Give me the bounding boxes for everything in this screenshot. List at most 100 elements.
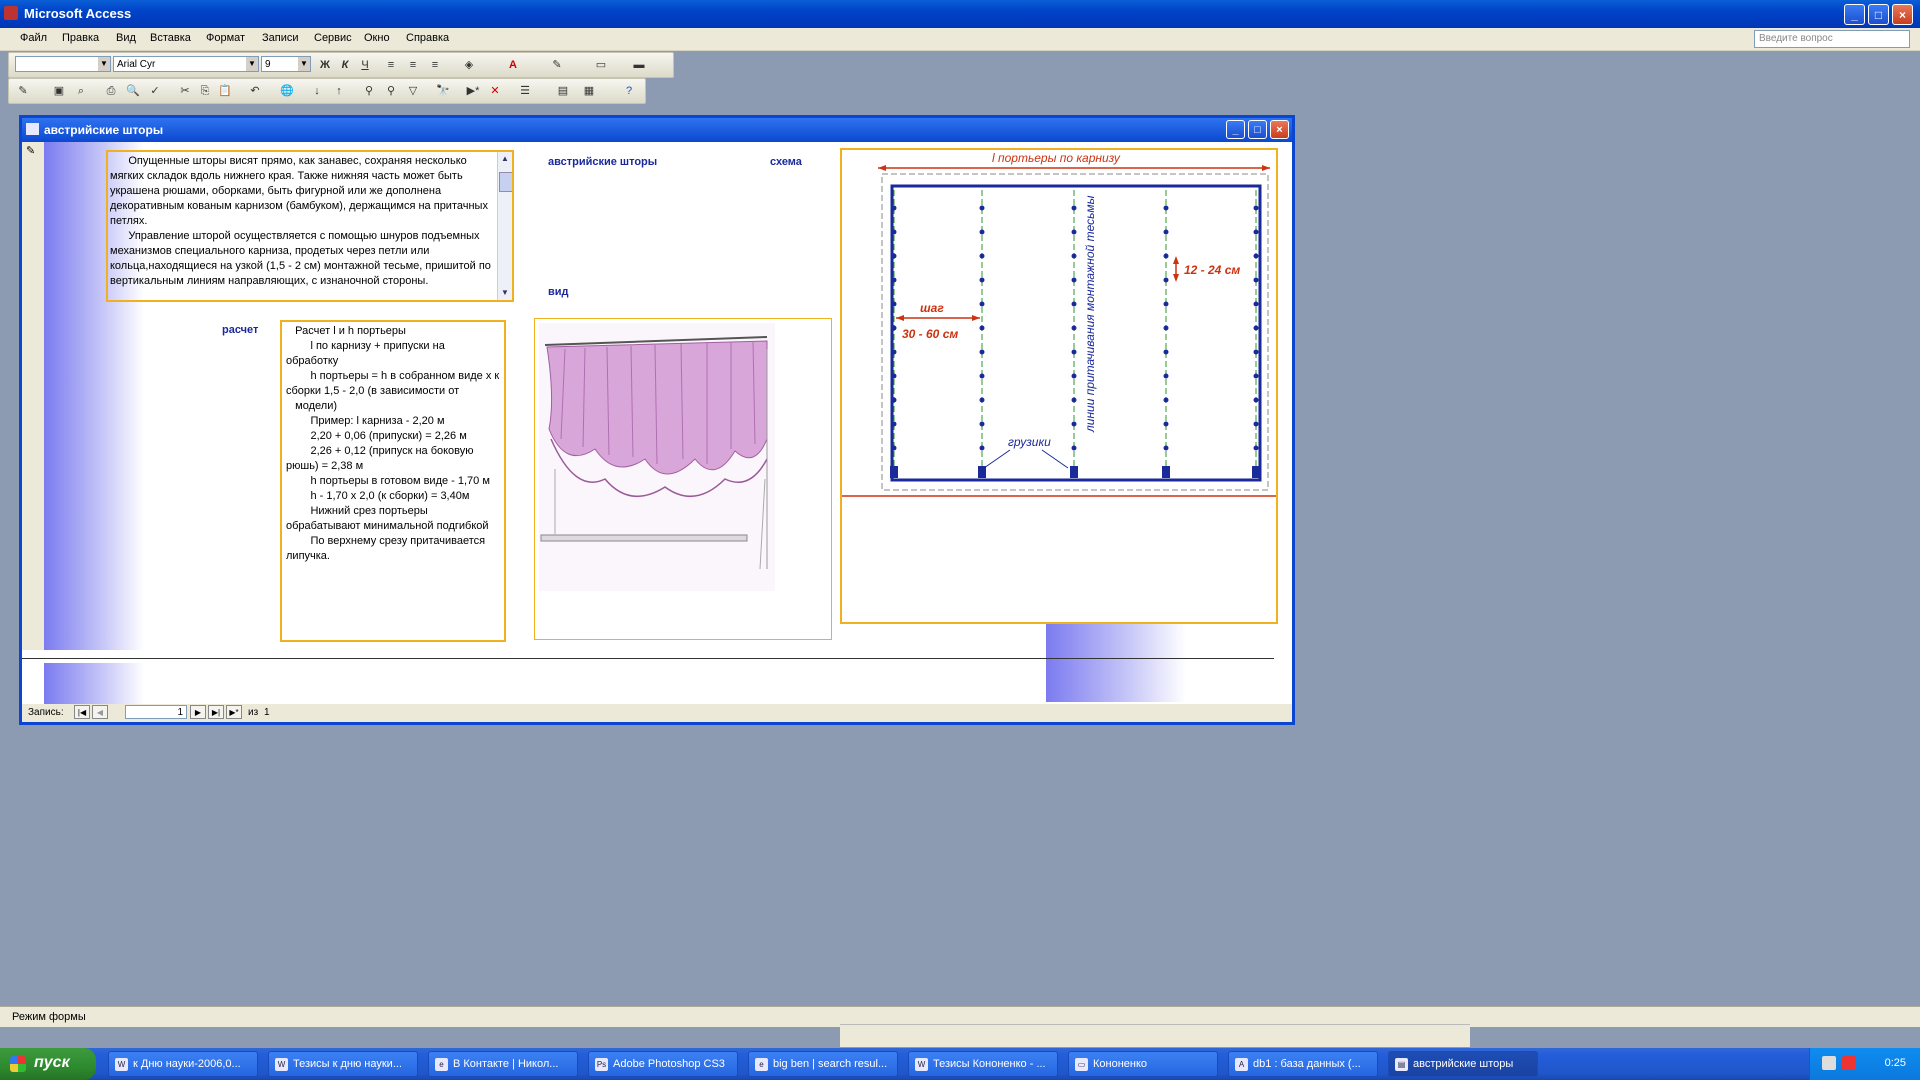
access-app-icon bbox=[4, 6, 18, 20]
font-size-combo[interactable]: 9 ▼ bbox=[261, 56, 311, 72]
underline-icon[interactable]: Ч bbox=[357, 57, 373, 73]
task-item[interactable]: W Тезисы Кононенко - ... bbox=[908, 1051, 1058, 1077]
formatting-toolbar: ▼ Arial Cyr ▼ 9 ▼ Ж К Ч ≡ ≡ ≡ ◈ A ✎ ▭ ▬ bbox=[8, 52, 674, 78]
windows-logo-icon bbox=[10, 1056, 26, 1072]
task-item-active[interactable]: ▤ австрийские шторы bbox=[1388, 1051, 1538, 1077]
document-icon: W bbox=[275, 1058, 288, 1071]
form-view-toolbar: ✎ ▣ ⌕ ⎙ 🔍 ✓ ✂ ⎘ 📋 ↶ 🌐 ↓ ↑ ⚲ ⚲ ▽ 🔭 ▶* ✕ ☰… bbox=[8, 78, 646, 104]
new-record-icon[interactable]: ▶* bbox=[465, 83, 481, 99]
menu-insert[interactable]: Вставка bbox=[150, 32, 191, 44]
paste-icon[interactable]: 📋 bbox=[217, 83, 233, 99]
vertical-range-label: 12 - 24 см bbox=[1184, 263, 1240, 277]
menu-help[interactable]: Справка bbox=[406, 32, 449, 44]
new-object-icon[interactable]: ▦ bbox=[581, 83, 597, 99]
database-window-icon[interactable]: ▤ bbox=[555, 83, 571, 99]
sort-descending-icon[interactable]: ↑ bbox=[331, 83, 347, 99]
menu-view[interactable]: Вид bbox=[116, 32, 136, 44]
task-item[interactable]: ▭ Кононенко bbox=[1068, 1051, 1218, 1077]
italic-icon[interactable]: К bbox=[337, 57, 353, 73]
new-record-button[interactable]: ▶* bbox=[226, 705, 242, 719]
task-item[interactable]: Wк Дню науки-2006,0... bbox=[108, 1051, 258, 1077]
close-button[interactable]: × bbox=[1892, 4, 1913, 25]
cut-icon[interactable]: ✂ bbox=[177, 83, 193, 99]
app-titlebar: Microsoft Access _ □ × bbox=[0, 0, 1920, 28]
menu-bar: Файл Правка Вид Вставка Формат Записи Се… bbox=[0, 28, 1920, 51]
form-close-button[interactable]: × bbox=[1270, 120, 1289, 139]
menu-file[interactable]: Файл bbox=[20, 32, 47, 44]
last-record-button[interactable]: ▶| bbox=[208, 705, 224, 719]
calculation-text[interactable]: Расчет l и h портьеры l по карнизу + при… bbox=[280, 320, 506, 642]
properties-icon[interactable]: ☰ bbox=[517, 83, 533, 99]
step-label: шаг bbox=[920, 301, 944, 315]
menu-tools[interactable]: Сервис bbox=[314, 32, 352, 44]
design-view-icon[interactable]: ✎ bbox=[15, 83, 31, 99]
description-memo[interactable]: Опущенные шторы висят прямо, как занавес… bbox=[106, 150, 514, 302]
task-item[interactable]: e big ben | search resul... bbox=[748, 1051, 898, 1077]
copy-icon[interactable]: ⎘ bbox=[197, 83, 213, 99]
task-item[interactable]: Adb1 : база данных (... bbox=[1228, 1051, 1378, 1077]
form-minimize-button[interactable]: _ bbox=[1226, 120, 1245, 139]
line-width-icon[interactable]: ▬ bbox=[631, 57, 647, 73]
curtain-picture bbox=[534, 318, 832, 640]
first-record-button[interactable]: |◀ bbox=[74, 705, 90, 719]
font-combo[interactable]: Arial Cyr ▼ bbox=[113, 56, 259, 72]
scheme-svg: l портьеры по карнизу шаг 30 - 60 см 12 … bbox=[842, 151, 1276, 497]
record-selector[interactable]: ✎ bbox=[22, 142, 45, 650]
browser-icon: e bbox=[755, 1058, 768, 1071]
spelling-icon[interactable]: ✓ bbox=[147, 83, 163, 99]
scroll-up-icon[interactable]: ▲ bbox=[499, 153, 511, 165]
form-maximize-button[interactable]: □ bbox=[1248, 120, 1267, 139]
current-record-input[interactable]: 1 bbox=[125, 705, 187, 719]
fill-color-icon[interactable]: ◈ bbox=[461, 57, 477, 73]
border-icon[interactable]: ▭ bbox=[593, 57, 609, 73]
chevron-down-icon: ▼ bbox=[98, 57, 110, 71]
minimize-button[interactable]: _ bbox=[1844, 4, 1865, 25]
maximize-button[interactable]: □ bbox=[1868, 4, 1889, 25]
hyperlink-icon[interactable]: 🌐 bbox=[279, 83, 295, 99]
delete-record-icon[interactable]: ✕ bbox=[487, 83, 503, 99]
file-search-icon[interactable]: ⌕ bbox=[73, 83, 89, 99]
filter-selection-icon[interactable]: ⚲ bbox=[361, 83, 377, 99]
curtain-illustration bbox=[539, 323, 775, 591]
folder-icon: ▭ bbox=[1075, 1058, 1088, 1071]
document-icon: W bbox=[115, 1058, 128, 1071]
ask-question-input[interactable]: Введите вопрос bbox=[1754, 30, 1910, 48]
menu-format[interactable]: Формат bbox=[206, 32, 245, 44]
start-button[interactable]: пуск bbox=[0, 1048, 96, 1080]
find-icon[interactable]: 🔭 bbox=[435, 83, 451, 99]
filter-form-icon[interactable]: ⚲ bbox=[383, 83, 399, 99]
system-tray: 0:25 bbox=[1809, 1048, 1920, 1080]
database-icon: A bbox=[1235, 1058, 1248, 1071]
menu-edit[interactable]: Правка bbox=[62, 32, 99, 44]
of-label: из bbox=[248, 707, 259, 718]
line-color-icon[interactable]: ✎ bbox=[549, 57, 565, 73]
save-icon[interactable]: ▣ bbox=[51, 83, 67, 99]
tray-app-icon[interactable] bbox=[1822, 1056, 1836, 1070]
align-left-icon[interactable]: ≡ bbox=[383, 57, 399, 73]
next-record-button[interactable]: ▶ bbox=[190, 705, 206, 719]
help-icon[interactable]: ? bbox=[621, 83, 637, 99]
task-item[interactable]: W Тезисы к дню науки... bbox=[268, 1051, 418, 1077]
memo-scrollbar[interactable]: ▲ ▼ bbox=[497, 152, 512, 300]
align-right-icon[interactable]: ≡ bbox=[427, 57, 443, 73]
print-preview-icon[interactable]: 🔍 bbox=[125, 83, 141, 99]
font-color-icon[interactable]: A bbox=[505, 57, 521, 73]
antivirus-icon[interactable] bbox=[1842, 1056, 1856, 1070]
sort-ascending-icon[interactable]: ↓ bbox=[309, 83, 325, 99]
apply-filter-icon[interactable]: ▽ bbox=[405, 83, 421, 99]
bold-icon[interactable]: Ж bbox=[317, 57, 333, 73]
prev-record-button[interactable]: ◀ bbox=[92, 705, 108, 719]
view-label: вид bbox=[548, 286, 569, 298]
calc-label: расчет bbox=[222, 324, 259, 336]
scroll-thumb[interactable] bbox=[499, 172, 512, 192]
undo-icon[interactable]: ↶ bbox=[247, 83, 263, 99]
menu-records[interactable]: Записи bbox=[262, 32, 299, 44]
task-item[interactable]: eВ Контакте | Никол... bbox=[428, 1051, 578, 1077]
print-icon[interactable]: ⎙ bbox=[103, 83, 119, 99]
scroll-down-icon[interactable]: ▼ bbox=[499, 287, 511, 299]
object-combo[interactable]: ▼ bbox=[15, 56, 111, 72]
record-navigation: Запись: |◀ ◀ 1 ▶ ▶| ▶* из 1 bbox=[22, 704, 1292, 722]
menu-window[interactable]: Окно bbox=[364, 32, 390, 44]
align-center-icon[interactable]: ≡ bbox=[405, 57, 421, 73]
task-item[interactable]: Ps Adobe Photoshop CS3 bbox=[588, 1051, 738, 1077]
